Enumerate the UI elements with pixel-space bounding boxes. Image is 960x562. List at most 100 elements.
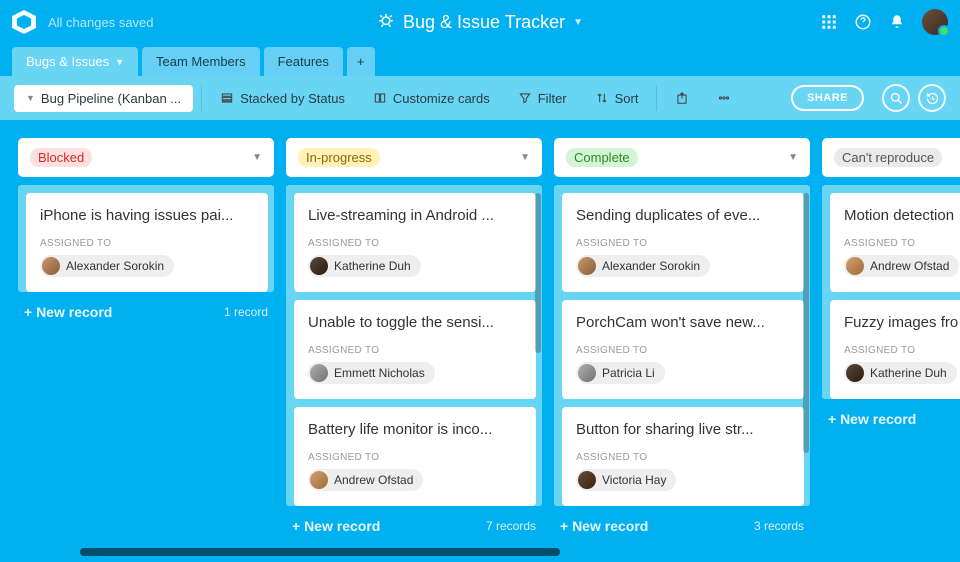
column-header[interactable]: Can't reproduce▼ xyxy=(822,138,960,177)
chevron-down-icon: ▼ xyxy=(788,152,798,163)
record-card[interactable]: Live-streaming in Android ...ASSIGNED TO… xyxy=(294,193,536,292)
field-label: ASSIGNED TO xyxy=(40,238,254,249)
assignee-pill: Andrew Ofstad xyxy=(308,469,423,491)
record-card[interactable]: Sending duplicates of eve...ASSIGNED TOA… xyxy=(562,193,804,292)
view-name: Bug Pipeline (Kanban ... xyxy=(41,91,181,106)
column-header[interactable]: Blocked▼ xyxy=(18,138,274,177)
cards-icon xyxy=(373,91,387,105)
card-title: Sending duplicates of eve... xyxy=(576,207,790,224)
column-footer: + New record1 record xyxy=(18,292,274,330)
divider xyxy=(656,85,657,111)
save-status: All changes saved xyxy=(48,15,154,30)
column-body: Sending duplicates of eve... ASSIGNED TO A… xyxy=(554,185,810,506)
base-title-text: Bug & Issue Tracker xyxy=(403,12,565,33)
more-icon xyxy=(717,91,731,105)
new-record-button[interactable]: + New record xyxy=(828,411,916,427)
base-title[interactable]: Bug & Issue Tracker ▼ xyxy=(377,11,583,34)
card-title: Live-streaming in Android ... xyxy=(308,207,522,224)
record-count: 7 records xyxy=(486,519,536,533)
avatar xyxy=(578,471,596,489)
assignee-name: Alexander Sorokin xyxy=(66,259,164,273)
field-label: ASSIGNED TO xyxy=(844,345,960,356)
stack-by-button[interactable]: Stacked by Status xyxy=(210,85,355,112)
chevron-down-icon: ▼ xyxy=(26,93,35,103)
new-record-button[interactable]: + New record xyxy=(24,304,112,320)
tab-bugs-issues[interactable]: Bugs & Issues ▼ xyxy=(12,47,138,76)
help-icon[interactable] xyxy=(854,13,872,31)
assignee-name: Andrew Ofstad xyxy=(334,473,413,487)
card-title: Unable to toggle the sensi... xyxy=(308,314,522,331)
kanban-column: Can't reproduce▼ Motion detection ASSIGNED… xyxy=(822,138,960,562)
chevron-down-icon: ▼ xyxy=(115,57,124,67)
vertical-scrollbar[interactable] xyxy=(803,193,809,453)
share-export-button[interactable] xyxy=(665,85,699,111)
record-card[interactable]: Battery life monitor is inco...ASSIGNED … xyxy=(294,407,536,506)
avatar xyxy=(578,364,596,382)
sort-icon xyxy=(595,91,609,105)
card-title: PorchCam won't save new... xyxy=(576,314,790,331)
record-card[interactable]: PorchCam won't save new... ASSIGNED TO Pat… xyxy=(562,300,804,399)
assignee-name: Katherine Duh xyxy=(334,259,411,273)
column-body: Live-streaming in Android ...ASSIGNED TO… xyxy=(286,185,542,506)
sort-button[interactable]: Sort xyxy=(585,85,649,112)
assignee-pill: Alexander Sorokin xyxy=(40,255,174,277)
kanban-board: Blocked▼ iPhone is having issues pai... AS… xyxy=(0,120,960,562)
card-title: Motion detection xyxy=(844,207,960,224)
tab-team-members[interactable]: Team Members xyxy=(142,47,260,76)
new-record-button[interactable]: + New record xyxy=(560,518,648,534)
horizontal-scrollbar[interactable] xyxy=(80,548,560,556)
card-title: Button for sharing live str... xyxy=(576,421,790,438)
card-title: Fuzzy images fro xyxy=(844,314,960,331)
user-avatar[interactable] xyxy=(922,9,948,35)
column-status-label: Can't reproduce xyxy=(834,148,942,167)
record-card[interactable]: Unable to toggle the sensi...ASSIGNED TO… xyxy=(294,300,536,399)
view-switcher[interactable]: ▼ Bug Pipeline (Kanban ... xyxy=(14,85,193,112)
add-table-button[interactable]: + xyxy=(347,47,375,76)
record-card[interactable]: Fuzzy images fro ASSIGNED TO Katherine Duh xyxy=(830,300,960,399)
chevron-down-icon: ▼ xyxy=(252,152,262,163)
column-header[interactable]: Complete ▼ xyxy=(554,138,810,177)
column-header[interactable]: In-progress▼ xyxy=(286,138,542,177)
chevron-down-icon: ▼ xyxy=(520,152,530,163)
avatar xyxy=(42,257,60,275)
stack-icon xyxy=(220,91,234,105)
field-label: ASSIGNED TO xyxy=(576,452,790,463)
filter-icon xyxy=(518,91,532,105)
record-card[interactable]: Button for sharing live str... ASSIGNED T… xyxy=(562,407,804,506)
record-count: 3 records xyxy=(754,519,804,533)
field-label: ASSIGNED TO xyxy=(576,238,790,249)
avatar xyxy=(310,471,328,489)
vertical-scrollbar[interactable] xyxy=(535,193,541,353)
customize-cards-button[interactable]: Customize cards xyxy=(363,85,500,112)
divider xyxy=(201,85,202,111)
new-record-button[interactable]: + New record xyxy=(292,518,380,534)
app-logo-icon[interactable] xyxy=(12,10,36,34)
column-footer: + New record 7 records xyxy=(286,506,542,544)
field-label: ASSIGNED TO xyxy=(576,345,790,356)
assignee-name: Katherine Duh xyxy=(870,366,947,380)
history-button[interactable] xyxy=(918,84,946,112)
assignee-name: Andrew Ofstad xyxy=(870,259,949,273)
record-card[interactable]: Motion detection ASSIGNED TO Andrew Ofstad xyxy=(830,193,960,292)
record-card[interactable]: iPhone is having issues pai... ASSIGNED T… xyxy=(26,193,268,292)
tab-features[interactable]: Features xyxy=(264,47,343,76)
avatar xyxy=(846,364,864,382)
avatar xyxy=(846,257,864,275)
column-status-label: Complete xyxy=(566,148,638,167)
assignee-pill: Patricia Li xyxy=(576,362,665,384)
share-button[interactable]: SHARE xyxy=(791,85,864,111)
more-options-button[interactable] xyxy=(707,85,741,111)
field-label: ASSIGNED TO xyxy=(844,238,960,249)
filter-button[interactable]: Filter xyxy=(508,85,577,112)
column-body: Motion detection ASSIGNED TO Andrew Ofstad… xyxy=(822,185,960,399)
column-footer: + New record 3 records xyxy=(554,506,810,544)
table-tabs: Bugs & Issues ▼ Team Members Features + xyxy=(0,44,960,76)
apps-grid-icon[interactable] xyxy=(820,13,838,31)
assignee-name: Victoria Hay xyxy=(602,473,666,487)
card-title: iPhone is having issues pai... xyxy=(40,207,254,224)
kanban-column: Complete ▼ Sending duplicates of eve... ASS… xyxy=(554,138,810,562)
search-button[interactable] xyxy=(882,84,910,112)
notifications-icon[interactable] xyxy=(888,13,906,31)
assignee-pill: Katherine Duh xyxy=(844,362,957,384)
avatar xyxy=(310,257,328,275)
